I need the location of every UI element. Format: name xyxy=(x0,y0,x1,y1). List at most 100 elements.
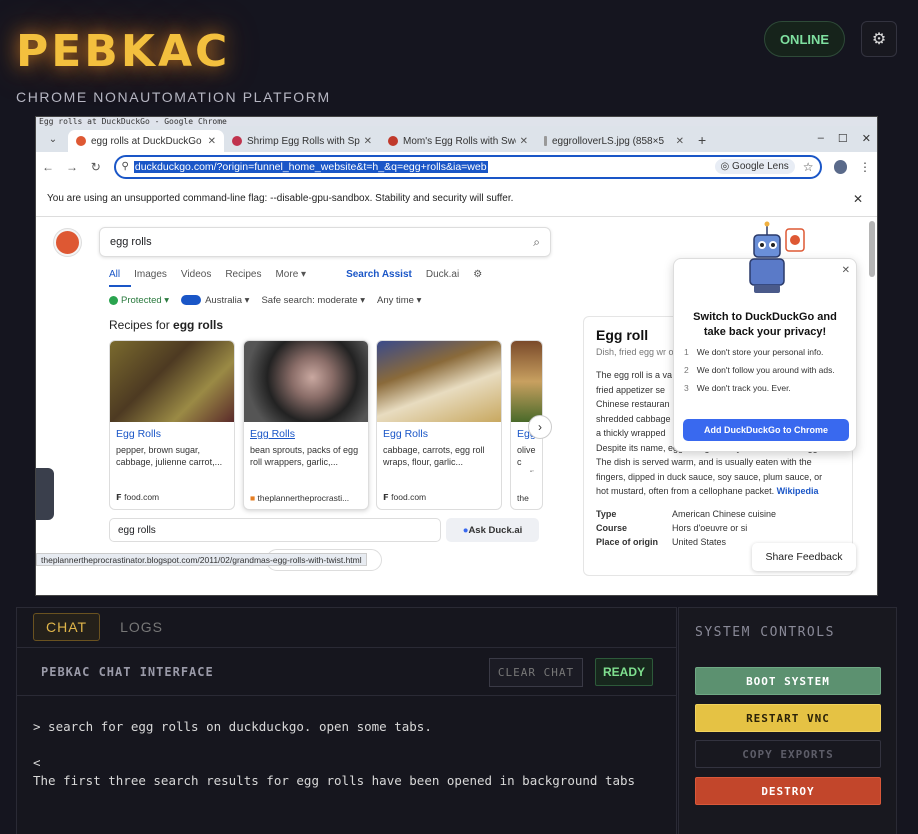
tab-all[interactable]: All xyxy=(109,269,120,280)
app-logo: PEBKAC xyxy=(16,26,231,77)
menu-kebab-icon[interactable]: ⋮ xyxy=(859,160,871,174)
app-root: PEBKAC CHROME NONAUTOMATION PLATFORM ONL… xyxy=(0,0,918,834)
recipe-ingredients: cabbage, carrots, egg roll wraps, flour,… xyxy=(383,445,485,467)
tab-recipes[interactable]: Recipes xyxy=(225,269,261,280)
fact-key: Course xyxy=(596,522,628,533)
time-filter[interactable]: Any time ▾ xyxy=(377,295,421,306)
safe-search-filter[interactable]: Safe search: moderate ▾ xyxy=(261,295,365,306)
duck-ai-button[interactable]: Duck.ai xyxy=(426,269,459,280)
recipe-image xyxy=(511,341,542,422)
settings-gear-icon[interactable]: ⚙ xyxy=(473,269,482,280)
recipe-card[interactable]: Egg Rolls bean sprouts, packs of egg rol… xyxy=(243,340,369,510)
add-duckduckgo-button[interactable]: Add DuckDuckGo to Chrome xyxy=(683,419,849,441)
protected-filter[interactable]: Protected ▾ xyxy=(109,295,169,306)
tab-images[interactable]: Images xyxy=(134,269,167,280)
chat-log: > search for egg rolls on duckduckgo. op… xyxy=(33,719,636,788)
reload-icon[interactable]: ↻ xyxy=(90,160,102,174)
browser-tab[interactable]: egg rolls at DuckDuckGo ✕ xyxy=(68,130,224,152)
close-tab-icon[interactable]: ✕ xyxy=(208,136,216,147)
settings-button[interactable]: ⚙ xyxy=(861,21,897,57)
restart-vnc-button[interactable]: RESTART VNC xyxy=(695,704,881,732)
region-toggle[interactable] xyxy=(181,295,202,306)
chat-panel: CHAT LOGS PEBKAC CHAT INTERFACE CLEAR CH… xyxy=(16,607,677,834)
address-bar[interactable]: ⚲ duckduckgo.com/?origin=funnel_home_web… xyxy=(113,154,822,179)
wikipedia-link[interactable]: Wikipedia xyxy=(777,486,819,496)
maximize-icon[interactable]: ☐ xyxy=(838,132,848,145)
check-icon xyxy=(109,295,118,305)
lens-label: Google Lens xyxy=(732,161,789,172)
region-filter[interactable]: Australia ▾ xyxy=(181,295,249,306)
chat-header: PEBKAC CHAT INTERFACE CLEAR CHAT READY xyxy=(17,647,676,696)
recipe-search-input[interactable]: egg rolls xyxy=(109,518,441,542)
close-popup-icon[interactable]: ✕ xyxy=(842,265,850,276)
browser-tab[interactable]: Mom's Egg Rolls with Swe ✕ xyxy=(380,130,536,152)
warning-infobar: You are using an unsupported command-lin… xyxy=(36,181,877,217)
browser-tab[interactable]: Shrimp Egg Rolls with Sp ✕ xyxy=(224,130,380,152)
fact-value: United States xyxy=(672,536,727,547)
protected-label: Protected ▾ xyxy=(121,295,170,306)
duckduckgo-favicon-icon xyxy=(76,136,86,146)
link-status-bar: theplannertheprocrastinator.blogspot.com… xyxy=(36,553,367,566)
system-controls-title: SYSTEM CONTROLS xyxy=(695,625,835,640)
food-com-icon: 𝗙 xyxy=(116,492,125,502)
copy-exports-button[interactable]: COPY EXPORTS xyxy=(695,740,881,768)
tab-logs[interactable]: LOGS xyxy=(108,613,175,641)
clear-chat-button[interactable]: CLEAR CHAT xyxy=(489,658,583,687)
destroy-button[interactable]: DESTROY xyxy=(695,777,881,805)
app-subtitle: CHROME NONAUTOMATION PLATFORM xyxy=(16,89,331,105)
close-tab-icon[interactable]: ✕ xyxy=(676,136,684,147)
ask-duck-ai-button[interactable]: ● Ask Duck.ai xyxy=(446,518,539,542)
recipes-query: egg rolls xyxy=(173,318,224,332)
remote-browser-screen[interactable]: Egg rolls at DuckDuckGo - Google Chrome … xyxy=(35,116,878,596)
popup-item-text: We don't follow you around with ads. xyxy=(696,365,835,375)
new-tab-icon[interactable]: + xyxy=(698,132,706,148)
recipe-title[interactable]: Egg Rolls xyxy=(244,422,368,440)
google-lens-button[interactable]: ◎ Google Lens xyxy=(714,159,795,174)
robot-mascot-icon xyxy=(749,221,805,293)
recipe-card[interactable]: Egg Rolls cabbage, carrots, egg roll wra… xyxy=(376,340,502,510)
online-status-badge: ONLINE xyxy=(764,21,845,57)
recipe-title[interactable]: Egg Rolls xyxy=(110,422,234,440)
ask-duck-ai-label: Ask Duck.ai xyxy=(468,524,523,536)
close-tab-icon[interactable]: ✕ xyxy=(520,136,528,147)
active-tab-indicator xyxy=(109,285,131,287)
minimize-icon[interactable]: – xyxy=(818,132,824,145)
side-handle[interactable] xyxy=(36,468,54,520)
tab-chat[interactable]: CHAT xyxy=(33,613,101,641)
duckduckgo-logo-icon[interactable] xyxy=(54,229,81,256)
tab-videos[interactable]: Videos xyxy=(181,269,211,280)
search-input[interactable]: egg rolls ⌕ xyxy=(99,227,551,257)
recipe-source: the xyxy=(517,493,529,503)
close-window-icon[interactable]: ✕ xyxy=(862,132,871,145)
knowledge-facts: Type American Chinese cuisine Course Hors … xyxy=(596,509,840,547)
bookmark-star-icon[interactable]: ☆ xyxy=(803,160,814,174)
search-assist-button[interactable]: Search Assist xyxy=(346,269,412,280)
boot-system-button[interactable]: BOOT SYSTEM xyxy=(695,667,881,695)
blogger-icon: ■ xyxy=(250,493,258,503)
recipe-card[interactable]: Egg Rolls pepper, brown sugar, cabbage, … xyxy=(109,340,235,510)
region-label: Australia ▾ xyxy=(205,295,250,306)
close-infobar-icon[interactable]: ✕ xyxy=(853,192,863,206)
tab-search-icon[interactable]: ⌄ xyxy=(42,128,64,150)
recipe-source-label: the xyxy=(517,493,529,503)
forward-icon[interactable]: → xyxy=(66,160,78,174)
popup-heading: Switch to DuckDuckGo and take back your … xyxy=(693,311,837,338)
search-icon[interactable]: ⌕ xyxy=(533,235,540,250)
recipe-title[interactable]: Egg Rolls xyxy=(377,422,501,440)
tab-more[interactable]: More ▾ xyxy=(275,269,306,280)
carousel-next-icon[interactable]: › xyxy=(528,415,552,439)
knowledge-line: hot mustard, often from a cellophane pac… xyxy=(596,486,775,496)
profile-avatar-icon[interactable] xyxy=(833,159,847,174)
page-scrollbar[interactable] xyxy=(869,221,875,277)
url-text[interactable]: duckduckgo.com/?origin=funnel_home_websi… xyxy=(133,160,488,173)
back-icon[interactable]: ← xyxy=(42,160,54,174)
fact-key: Type xyxy=(596,508,617,519)
popup-item-text: We don't store your personal info. xyxy=(696,347,824,357)
share-feedback-button[interactable]: Share Feedback xyxy=(752,543,856,571)
site-info-icon[interactable]: ⚲ xyxy=(122,161,129,172)
fact-value: Hors d'oeuvre or si xyxy=(672,522,748,533)
browser-tab[interactable]: eggrolloverLS.jpg (858×5 ✕ xyxy=(536,130,692,152)
close-tab-icon[interactable]: ✕ xyxy=(364,136,372,147)
chat-tabs: CHAT LOGS xyxy=(33,613,175,641)
recipe-image xyxy=(110,341,234,422)
